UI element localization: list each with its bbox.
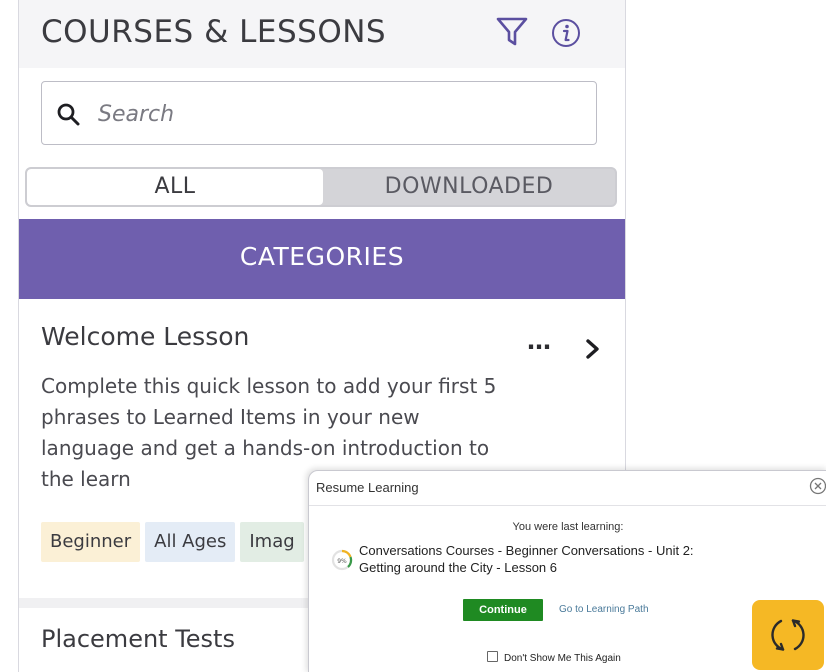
go-to-learning-path-link[interactable]: Go to Learning Path	[559, 604, 649, 615]
last-learning-label: You were last learning:	[512, 521, 624, 533]
dialog-title: Resume Learning	[316, 480, 419, 495]
dont-show-label: Don't Show Me This Again	[504, 653, 621, 664]
tag-all-ages: All Ages	[145, 522, 236, 562]
more-options-button[interactable]: …	[527, 329, 559, 353]
dialog-header: Resume Learning	[309, 471, 826, 506]
dont-show-checkbox[interactable]	[487, 651, 498, 662]
tag-beginner: Beginner	[41, 522, 141, 562]
page-title: COURSES & LESSONS	[41, 14, 387, 50]
svg-text:9%: 9%	[337, 558, 347, 565]
search-input[interactable]	[96, 94, 580, 134]
course-progress-icon: 9%	[331, 549, 353, 571]
info-icon[interactable]	[551, 18, 581, 48]
sync-icon	[771, 619, 805, 651]
filter-segmented-control: ALL DOWNLOADED	[25, 167, 617, 207]
resume-learning-dialog: Resume Learning You were last learning: …	[308, 470, 826, 672]
panel-header: COURSES & LESSONS	[19, 0, 625, 68]
app-screen: COURSES & LESSONS ALL DOWNLOADED CATEGOR…	[0, 0, 826, 672]
tag-images: Imag	[240, 522, 304, 562]
dont-show-again-option[interactable]: Don't Show Me This Again	[487, 651, 621, 665]
close-icon[interactable]	[809, 477, 826, 495]
sync-button[interactable]	[752, 600, 824, 670]
section-title-placement-tests[interactable]: Placement Tests	[41, 625, 235, 653]
search-box[interactable]	[41, 81, 597, 145]
filter-icon[interactable]	[495, 15, 529, 49]
course-line-1: Conversations Courses - Beginner Convers…	[359, 543, 694, 558]
categories-button[interactable]: CATEGORIES	[19, 219, 625, 299]
course-line-2: Getting around the City - Lesson 6	[359, 560, 558, 575]
course-description: Conversations Courses - Beginner Convers…	[359, 542, 809, 576]
tab-downloaded[interactable]: DOWNLOADED	[323, 169, 615, 205]
tab-all[interactable]: ALL	[27, 169, 323, 205]
search-icon	[57, 103, 80, 126]
lesson-title[interactable]: Welcome Lesson	[41, 322, 249, 351]
continue-button[interactable]: Continue	[463, 599, 543, 621]
chevron-right-icon[interactable]	[585, 338, 601, 360]
lesson-tags: Beginner All Ages Imag	[41, 522, 309, 562]
